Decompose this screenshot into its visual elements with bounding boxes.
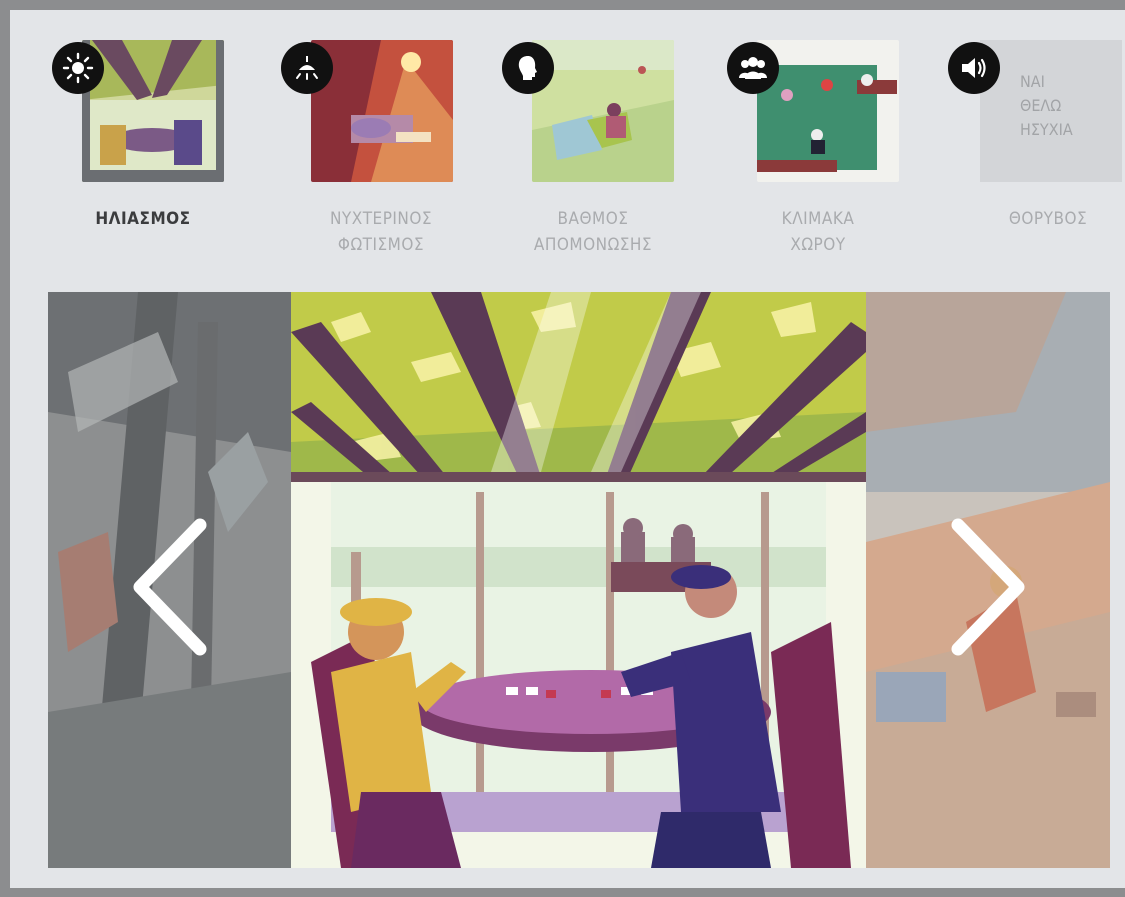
current-slide: [291, 292, 866, 868]
head-icon: [502, 42, 554, 94]
speaker-icon: [948, 42, 1000, 94]
tab-sunlight[interactable]: ΗΛΙΑΣΜΟΣ: [40, 30, 240, 290]
tab-label: ΗΛΙΑΣΜΟΣ: [95, 209, 191, 229]
image-carousel: [48, 292, 1110, 868]
people-icon: [727, 42, 779, 94]
tab-label: ΒΑΘΜΟΣ ΑΠΟΜΟΝΩΣΗΣ: [533, 209, 653, 255]
tab-noise[interactable]: ΝΑΙ ΘΕΛΩ ΗΣΥΧΙΑ ΘΟΡΥΒΟΣ: [940, 30, 1125, 290]
carousel-prev-button[interactable]: [120, 517, 210, 657]
tab-label: ΝΥΧΤΕΡΙΝΟΣ ΦΩΤΙΣΜΟΣ: [329, 209, 433, 255]
tab-label: ΚΛΙΜΑΚΑ ΧΩΡΟΥ: [781, 209, 855, 255]
lamp-icon: [281, 42, 333, 94]
tab-night-lighting[interactable]: ΝΥΧΤΕΡΙΝΟΣ ΦΩΤΙΣΜΟΣ: [265, 30, 465, 290]
chevron-left-icon: [133, 518, 207, 656]
carousel-next-button[interactable]: [948, 517, 1038, 657]
tab-label: ΘΟΡΥΒΟΣ: [1008, 209, 1088, 229]
tab-space-scale[interactable]: ΚΛΙΜΑΚΑ ΧΩΡΟΥ: [715, 30, 915, 290]
tab-isolation[interactable]: ΒΑΘΜΟΣ ΑΠΟΜΟΝΩΣΗΣ: [490, 30, 690, 290]
noise-thumbnail: ΝΑΙ ΘΕΛΩ ΗΣΥΧΙΑ: [980, 40, 1122, 182]
app-frame: ΗΛΙΑΣΜΟΣ ΝΥΧΤΕΡΙΝΟΣ ΦΩΤΙΣΜΟΣ ΒΑΘΜΟΣ ΑΠΟΜ…: [10, 10, 1125, 888]
quiet-preview-text: ΝΑΙ ΘΕΛΩ ΗΣΥΧΙΑ: [1020, 72, 1073, 139]
category-tabs: ΗΛΙΑΣΜΟΣ ΝΥΧΤΕΡΙΝΟΣ ΦΩΤΙΣΜΟΣ ΒΑΘΜΟΣ ΑΠΟΜ…: [40, 30, 1125, 290]
chevron-right-icon: [951, 518, 1025, 656]
sun-icon: [52, 42, 104, 94]
